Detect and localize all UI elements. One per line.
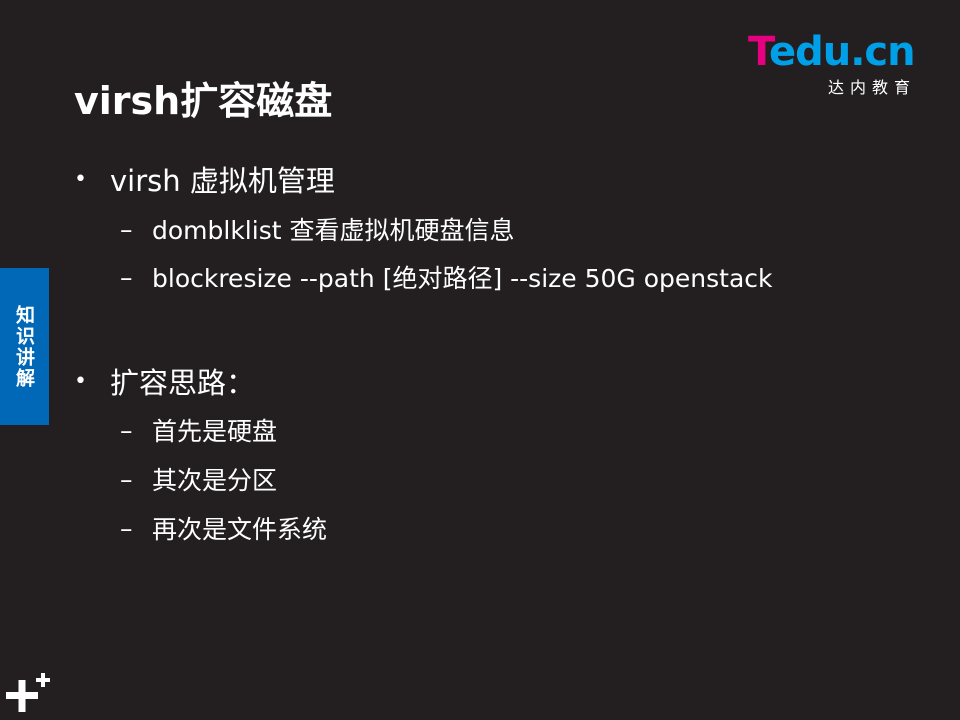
sub-dash: – [120, 262, 133, 292]
bullet-text: 扩容思路： [110, 366, 256, 400]
sub-item-2-2: – 其次是分区 [120, 461, 277, 497]
sub-text: 首先是硬盘 [152, 417, 278, 446]
sub-dash: – [120, 513, 133, 543]
sub-item-2-1: – 首先是硬盘 [120, 412, 277, 448]
sub-text: 再次是文件系统 [152, 515, 328, 544]
sub-dash: – [120, 464, 133, 494]
bullet-text: virsh 虚拟机管理 [110, 164, 335, 198]
sub-item-1-2: – blockresize --path [绝对路径] --size 50G o… [120, 259, 773, 295]
bullet-item-2: • 扩容思路： [74, 360, 255, 402]
slide: virsh扩容磁盘 Tedu.cn 达内教育 知识讲解 • virsh 虚拟机管… [0, 0, 960, 720]
sub-text: 其次是分区 [152, 466, 278, 495]
sub-item-1-1: – domblklist 查看虚拟机硬盘信息 [120, 211, 514, 247]
sub-dash: – [120, 214, 133, 244]
bullet-item-1: • virsh 虚拟机管理 [74, 158, 335, 200]
sub-item-2-3: – 再次是文件系统 [120, 510, 327, 546]
sub-dash: – [120, 415, 133, 445]
sub-text: blockresize --path [绝对路径] --size 50G ope… [152, 264, 773, 293]
plus-plus-icon [6, 673, 50, 712]
bullet-dot: • [74, 166, 87, 192]
bullet-list: • virsh 虚拟机管理 – domblklist 查看虚拟机硬盘信息 – b… [0, 0, 960, 720]
bullet-dot: • [74, 368, 87, 394]
sub-text: domblklist 查看虚拟机硬盘信息 [152, 216, 515, 245]
